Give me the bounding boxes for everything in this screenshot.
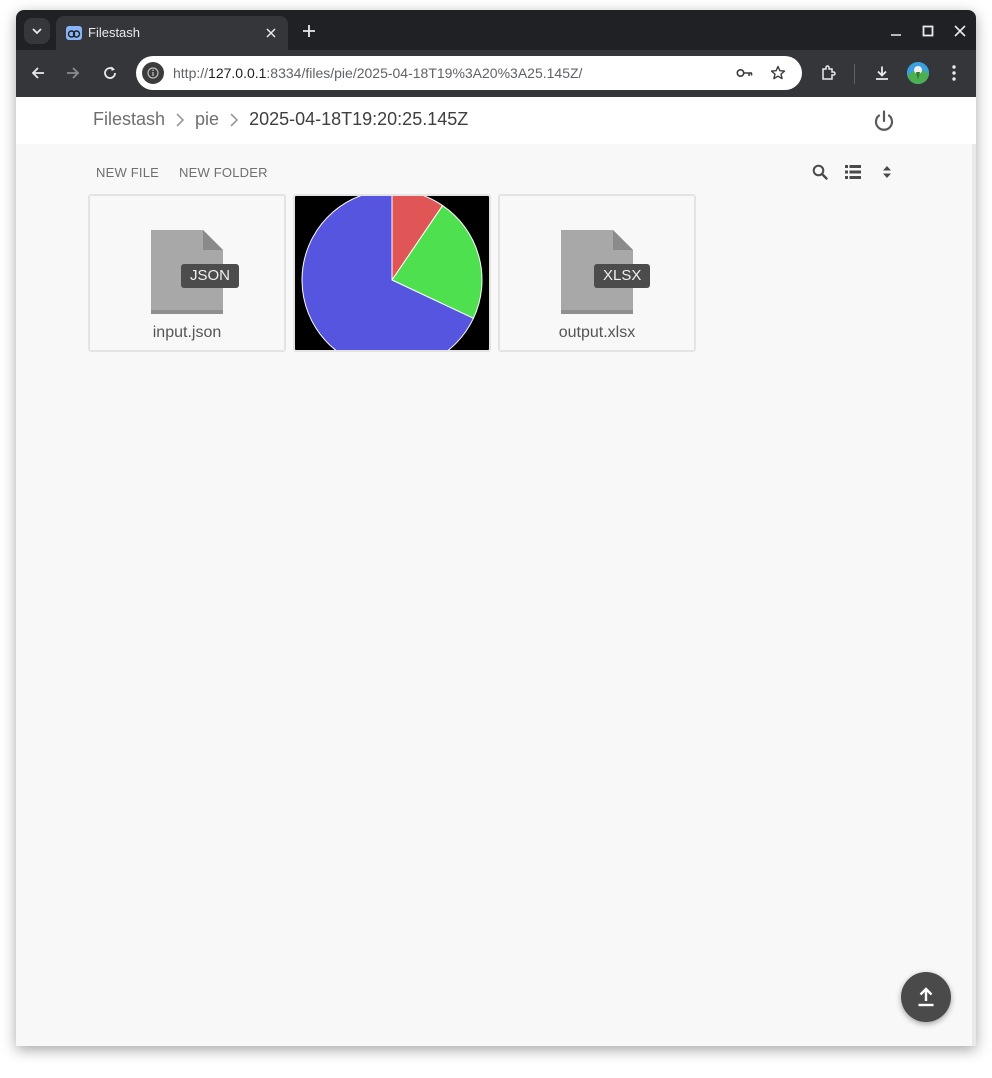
file-name: input.json <box>152 324 222 341</box>
site-info-button[interactable] <box>142 62 164 84</box>
star-icon <box>770 65 786 80</box>
list-view-icon <box>845 165 861 179</box>
filestash-favicon-icon <box>66 26 82 40</box>
bookmark-button[interactable] <box>767 62 789 84</box>
search-icon <box>812 164 828 180</box>
key-icon <box>736 68 753 78</box>
page-header: Filestash pie 2025-04-18T19:20:25.145Z <box>16 97 976 144</box>
image-thumbnail[interactable] <box>293 194 491 352</box>
logout-button[interactable] <box>872 109 896 133</box>
address-bar[interactable]: http://127.0.0.1:8334/files/pie/2025-04-… <box>136 56 802 90</box>
breadcrumb-folder[interactable]: pie <box>195 109 219 130</box>
avatar-icon <box>907 62 929 84</box>
chevron-down-icon <box>32 28 42 35</box>
profile-avatar[interactable] <box>907 62 929 84</box>
breadcrumb-current: 2025-04-18T19:20:25.145Z <box>249 109 469 129</box>
file-card[interactable]: XLSX output.xlsx <box>498 194 696 352</box>
list-view-button[interactable] <box>843 162 863 182</box>
url-path: :8334/files/pie/2025-04-18T19%3A20%3A25.… <box>266 65 583 81</box>
file-extension-badge: JSON <box>181 264 240 288</box>
new-tab-button[interactable] <box>298 20 320 42</box>
kebab-menu-icon <box>952 65 956 81</box>
file-extension-badge: XLSX <box>594 264 651 288</box>
back-button[interactable] <box>25 60 51 86</box>
close-icon <box>954 25 966 37</box>
tab-title: Filestash <box>88 25 141 40</box>
tab-search-button[interactable] <box>24 18 50 44</box>
file-actions: NEW FILE NEW FOLDER <box>96 165 268 180</box>
tab-strip: Filestash <box>16 10 976 50</box>
plus-icon <box>303 25 315 37</box>
browser-window: Filestash http://127.0.0.1:8334/files/pi… <box>16 10 976 1046</box>
minimize-button[interactable] <box>885 20 907 42</box>
new-file-button[interactable]: NEW FILE <box>96 165 159 180</box>
upload-icon <box>918 987 934 1007</box>
downloads-button[interactable] <box>869 60 895 86</box>
sort-icon <box>883 166 891 178</box>
scrollbar[interactable] <box>972 144 976 1046</box>
forward-button[interactable] <box>60 60 86 86</box>
password-key-button[interactable] <box>734 62 756 84</box>
browser-toolbar: http://127.0.0.1:8334/files/pie/2025-04-… <box>16 50 976 97</box>
upload-button[interactable] <box>901 972 951 1022</box>
tab-close-button[interactable] <box>262 24 280 42</box>
filestash-page: Filestash pie 2025-04-18T19:20:25.145Z N… <box>16 97 976 1046</box>
toolbar-divider <box>854 64 855 84</box>
url-scheme: http:// <box>173 65 209 81</box>
url-host: 127.0.0.1 <box>208 65 267 81</box>
breadcrumb: Filestash pie 2025-04-18T19:20:25.145Z <box>93 109 468 130</box>
browser-menu-button[interactable] <box>941 60 967 86</box>
url-text: http://127.0.0.1:8334/files/pie/2025-04-… <box>173 65 582 81</box>
puzzle-icon <box>822 65 836 80</box>
pie-chart-thumbnail <box>301 196 483 350</box>
maximize-icon <box>922 25 934 37</box>
reload-icon <box>104 66 116 79</box>
file-name: output.xlsx <box>558 324 636 341</box>
power-icon <box>874 110 894 131</box>
reload-button[interactable] <box>97 60 123 86</box>
download-icon <box>876 66 888 80</box>
file-card[interactable]: JSON input.json <box>88 194 286 352</box>
maximize-button[interactable] <box>917 20 939 42</box>
arrow-right-icon <box>67 67 80 79</box>
breadcrumb-home[interactable]: Filestash <box>93 109 165 130</box>
info-icon <box>147 67 159 79</box>
extensions-button[interactable] <box>815 60 841 86</box>
browser-tab[interactable]: Filestash <box>56 16 288 50</box>
arrow-left-icon <box>31 67 44 79</box>
minimize-icon <box>891 34 901 36</box>
search-button[interactable] <box>810 162 830 182</box>
close-icon <box>266 28 276 38</box>
new-folder-button[interactable]: NEW FOLDER <box>179 165 268 180</box>
chevron-right-icon <box>165 112 195 128</box>
sort-button[interactable] <box>877 162 897 182</box>
chevron-right-icon <box>219 112 249 128</box>
close-window-button[interactable] <box>949 20 971 42</box>
